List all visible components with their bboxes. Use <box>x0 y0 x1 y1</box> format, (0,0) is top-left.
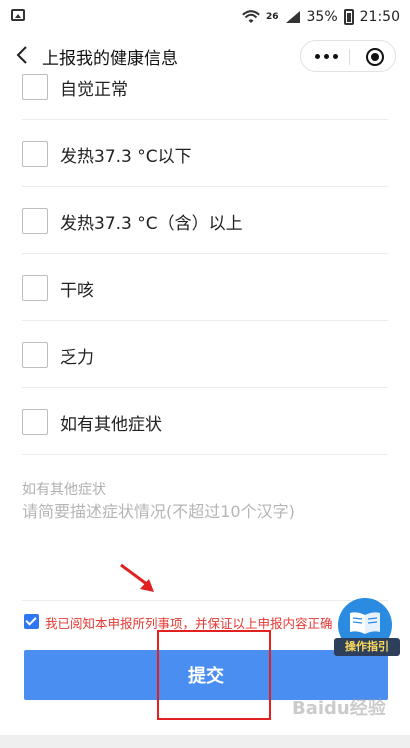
operation-guide-button[interactable]: 操作指引 <box>334 598 404 656</box>
guide-label: 操作指引 <box>334 638 400 656</box>
signal-icon <box>285 11 300 23</box>
checkbox[interactable] <box>22 141 48 167</box>
bottom-strip <box>0 735 410 748</box>
battery-percent: 35% <box>306 9 338 25</box>
status-bar: 26 35% 21:50 <box>0 0 410 34</box>
option-dry-cough[interactable]: 干咳 <box>22 254 388 321</box>
annotation-highlight <box>157 630 271 720</box>
network-type: 26 <box>265 12 279 22</box>
option-normal[interactable]: 自觉正常 <box>22 53 388 120</box>
health-report-page: 26 35% 21:50 上报我的健康信息 自觉正常 发热37.3 °C以下 发… <box>0 0 410 748</box>
status-right: 26 35% 21:50 <box>242 7 400 27</box>
wifi-icon <box>242 10 260 23</box>
checkbox[interactable] <box>22 74 48 100</box>
other-symptoms-input[interactable] <box>22 498 388 598</box>
clock: 21:50 <box>359 9 400 25</box>
checkbox[interactable] <box>22 208 48 234</box>
option-label: 干咳 <box>60 281 94 301</box>
checkbox[interactable] <box>22 342 48 368</box>
image-icon <box>11 9 25 21</box>
battery-icon <box>343 9 354 25</box>
option-fever-below[interactable]: 发热37.3 °C以下 <box>22 120 388 187</box>
agreement-checkbox[interactable] <box>24 614 39 629</box>
checkbox[interactable] <box>22 275 48 301</box>
checkbox[interactable] <box>22 409 48 435</box>
option-fatigue[interactable]: 乏力 <box>22 321 388 388</box>
annotation-arrow-icon <box>120 563 154 592</box>
option-label: 发热37.3 °C以下 <box>60 147 192 167</box>
option-fever-above[interactable]: 发热37.3 °C（含）以上 <box>22 187 388 254</box>
watermark: Baidu经验 <box>292 698 386 719</box>
other-symptoms-label: 如有其他症状 <box>22 482 106 498</box>
book-icon <box>350 612 380 634</box>
option-label: 如有其他症状 <box>60 415 162 435</box>
option-label: 乏力 <box>60 348 94 368</box>
option-label: 自觉正常 <box>60 80 128 100</box>
option-label: 发热37.3 °C（含）以上 <box>60 214 243 234</box>
option-other[interactable]: 如有其他症状 <box>22 388 388 455</box>
